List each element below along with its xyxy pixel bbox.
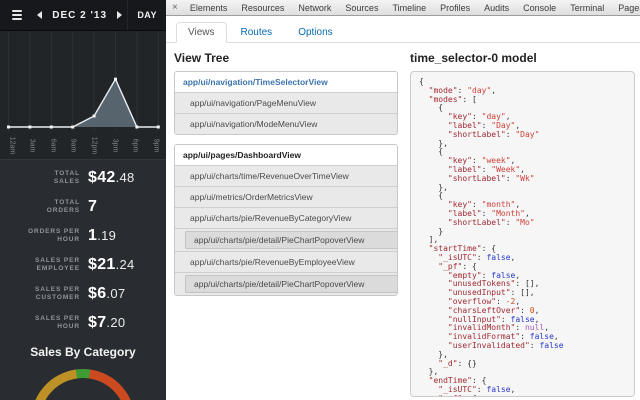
revenue-over-time-chart [0,31,166,131]
lavaca-panel-body: Views Routes Options View Tree app/ui/navi… [166,16,640,400]
x-axis-tick: 12am [7,136,15,154]
chart-x-axis: 12am 3am 6am 9am 12pm 3pm 6pm 9pm [0,131,166,160]
metrics-list: TOTAL SALES $42.48 TOTAL ORDERS 7 ORDERS PER HO… [0,160,166,343]
devtools-tab-profiles[interactable]: Profiles [433,0,477,15]
sales-by-category-section: Sales By Category [0,345,166,400]
view-tree-item[interactable]: app/ui/navigation/PageMenuView [175,92,397,113]
model-column: time_selector-0 model { "mode": "day", "… [410,43,635,400]
stat-row: SALES PER HOUR $7.20 [0,314,166,332]
subtab-options[interactable]: Options [286,22,344,43]
view-tree-list: app/ui/navigation/TimeSelectorView app/ui… [174,71,398,296]
menu-icon[interactable] [0,10,32,20]
stat-value: 1.19 [88,227,117,244]
stat-value: $7.20 [88,314,126,331]
stat-label: SALES PER HOUR [35,315,80,330]
stat-value: $6.07 [88,285,126,302]
devtools-tabbar: × Elements Resources Network Sources Timelin… [166,0,640,16]
devtools-tab-pagespeed[interactable]: PageSpeed [611,0,640,15]
stat-row: TOTAL SALES $42.48 [0,169,166,187]
category-donut-chart [31,369,135,400]
area-chart-svg [7,31,160,131]
stat-label: TOTAL SALES [53,170,80,185]
devtools-tab-sources[interactable]: Sources [338,0,385,15]
devtools-tab-timeline[interactable]: Timeline [385,0,433,15]
json-line: }, [438,182,448,192]
devtools-tab-network[interactable]: Network [291,0,338,15]
view-tree-item-label: app/ui/charts/pie/detail/PieChartPopover… [185,231,397,249]
lavaca-subtabs: Views Routes Options [166,16,640,43]
stat-label: SALES PER CUSTOMER [35,286,80,301]
stat-value: $21.24 [88,256,135,273]
view-tree-item[interactable]: app/ui/navigation/TimeSelectorView [175,72,397,92]
prev-date-arrow-icon[interactable] [37,11,43,19]
view-tree-item[interactable]: app/ui/charts/time/RevenueOverTimeView [175,165,397,186]
json-line: "_pf": { [419,394,626,396]
json-line: "modes": [ [428,94,477,104]
devtools-tab-elements[interactable]: Elements [183,0,235,15]
view-tree-item[interactable]: app/ui/charts/pie/detail/PieChartPopover… [175,272,397,295]
stat-label: ORDERS PER HOUR [28,228,80,243]
json-line: "_d": {} [438,358,477,368]
subtab-routes[interactable]: Routes [229,22,285,43]
sales-by-category-title: Sales By Category [30,345,136,359]
stat-row: SALES PER CUSTOMER $6.07 [0,285,166,303]
stat-row: SALES PER EMPLOYEE $21.24 [0,256,166,274]
json-line: "shortLabel": "Mo" [447,217,535,227]
date-selector: DEC 2 '13 [32,10,127,21]
devtools-tab-resources[interactable]: Resources [234,0,291,15]
view-tree-item-label: app/ui/charts/pie/detail/PieChartPopover… [185,275,397,293]
view-tree-item[interactable]: app/ui/pages/DashboardView [175,145,397,165]
json-line: }, [438,138,448,148]
view-tree-column: View Tree app/ui/navigation/TimeSelector… [174,43,398,400]
x-axis-tick: 12pm [90,136,98,154]
subtab-views[interactable]: Views [176,22,227,43]
view-tree-item[interactable]: app/ui/metrics/OrderMetricsView [175,186,397,207]
json-line: } [438,226,444,236]
next-date-arrow-icon[interactable] [117,11,123,19]
mode-day-button[interactable]: DAY [127,0,166,30]
stat-label: TOTAL ORDERS [46,199,80,214]
dashboard-panel: DEC 2 '13 DAY 12am 3am 6am 9am 12pm 3pm 6pm 9pm… [0,0,166,400]
devtools-panel: × Elements Resources Network Sources Timelin… [166,0,640,400]
x-axis-tick: 9am [69,138,77,152]
x-axis-tick: 6am [49,138,57,152]
date-label: DEC 2 '13 [52,9,108,21]
devtools-tab-audits[interactable]: Audits [477,0,516,15]
lavaca-columns: View Tree app/ui/navigation/TimeSelector… [166,43,640,400]
dashboard-topbar: DEC 2 '13 DAY [0,0,166,31]
devtools-tab-console[interactable]: Console [516,0,563,15]
x-axis-tick: 6pm [131,138,139,152]
stat-row: TOTAL ORDERS 7 [0,198,166,216]
x-axis-tick: 3pm [110,138,118,152]
stat-value: 7 [88,198,98,215]
model-heading: time_selector-0 model [410,51,537,65]
view-tree-heading: View Tree [174,51,230,65]
json-line: "userInvalidated": false [447,340,564,350]
model-json-view: { "mode": "day", "modes": [ { "key": "da… [410,71,635,397]
view-tree-item[interactable]: app/ui/charts/pie/detail/PieChartPopover… [175,228,397,251]
json-line: "shortLabel": "Wk" [447,173,535,183]
stat-value: $42.48 [88,169,135,186]
view-tree-item[interactable]: app/ui/navigation/ModeMenuView [175,113,397,134]
stat-label: SALES PER EMPLOYEE [35,257,80,272]
app-window: DEC 2 '13 DAY 12am 3am 6am 9am 12pm 3pm 6pm 9pm… [0,0,640,400]
view-tree-item[interactable]: app/ui/charts/pie/RevenueByCategoryView [175,207,397,228]
devtools-tab-terminal[interactable]: Terminal [563,0,611,15]
view-tree-item[interactable]: app/ui/charts/pie/RevenueByEmployeeView [175,251,397,272]
view-tree-group: app/ui/pages/DashboardView app/ui/charts/… [174,144,398,296]
x-axis-tick: 9pm [152,138,160,152]
view-tree-group: app/ui/navigation/TimeSelectorView app/ui… [174,71,398,135]
json-line: "shortLabel": "Day" [447,129,540,139]
x-axis-tick: 3am [28,138,36,152]
close-icon[interactable]: × [166,0,183,15]
stat-row: ORDERS PER HOUR 1.19 [0,227,166,245]
devtools-tabs: Elements Resources Network Sources Timeline P… [183,0,640,15]
